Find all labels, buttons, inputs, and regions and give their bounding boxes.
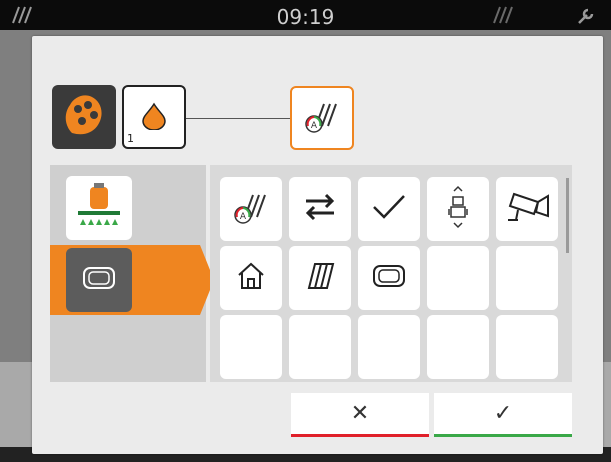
checkmark-icon (371, 192, 407, 226)
assigned-function-tile[interactable]: A (290, 86, 354, 150)
grid-cell-screen[interactable] (358, 246, 420, 310)
cancel-button[interactable]: ✕ (291, 393, 429, 437)
implement-lines-icon (488, 6, 518, 28)
grid-cell-swap[interactable] (289, 177, 351, 241)
grid-cell-home[interactable] (220, 246, 282, 310)
field-lines-icon (303, 261, 337, 295)
function-index-label: 1 (127, 132, 134, 145)
tractor-updown-icon (446, 185, 470, 233)
selected-function-tile[interactable]: 1 (122, 85, 186, 149)
category-sprayer[interactable] (66, 176, 132, 240)
grid-cell-empty[interactable] (427, 315, 489, 379)
sprayer-icon (74, 181, 124, 235)
auto-field-lines-icon: A (302, 96, 342, 140)
grid-cell-confirm[interactable] (358, 177, 420, 241)
assignment-connector-line (186, 118, 290, 119)
home-icon (236, 261, 266, 295)
drop-icon (139, 100, 169, 134)
grid-cell-empty[interactable] (496, 315, 558, 379)
grid-cell-auto-field-lines[interactable]: A (220, 177, 282, 241)
operator-hand-icon (58, 89, 110, 145)
grid-cell-empty[interactable] (358, 315, 420, 379)
svg-text:A: A (240, 212, 247, 222)
screen-frame-icon (372, 264, 406, 292)
function-grid: A (210, 165, 572, 382)
grid-cell-camera[interactable] (496, 177, 558, 241)
wrench-icon (576, 6, 596, 30)
grid-scrollbar[interactable] (566, 178, 569, 253)
clock-time: 09:19 (276, 5, 335, 29)
grid-cell-empty[interactable] (427, 246, 489, 310)
grid-cell-empty[interactable] (220, 315, 282, 379)
confirm-button[interactable]: ✓ (434, 393, 572, 437)
grid-cell-empty[interactable] (289, 315, 351, 379)
grid-cell-field-lines[interactable] (289, 246, 351, 310)
auto-field-lines-icon: A (231, 187, 271, 231)
svg-text:A: A (311, 121, 318, 131)
category-screen[interactable] (66, 248, 132, 312)
status-bar: 09:19 (0, 0, 611, 30)
screen-frame-icon (82, 266, 116, 294)
camera-icon (504, 190, 550, 228)
close-icon: ✕ (350, 401, 370, 426)
operator-tile[interactable] (52, 85, 116, 149)
checkmark-icon: ✓ (493, 401, 513, 426)
grid-cell-empty[interactable] (496, 246, 558, 310)
grid-cell-tractor[interactable] (427, 177, 489, 241)
swap-arrows-icon (302, 192, 338, 226)
